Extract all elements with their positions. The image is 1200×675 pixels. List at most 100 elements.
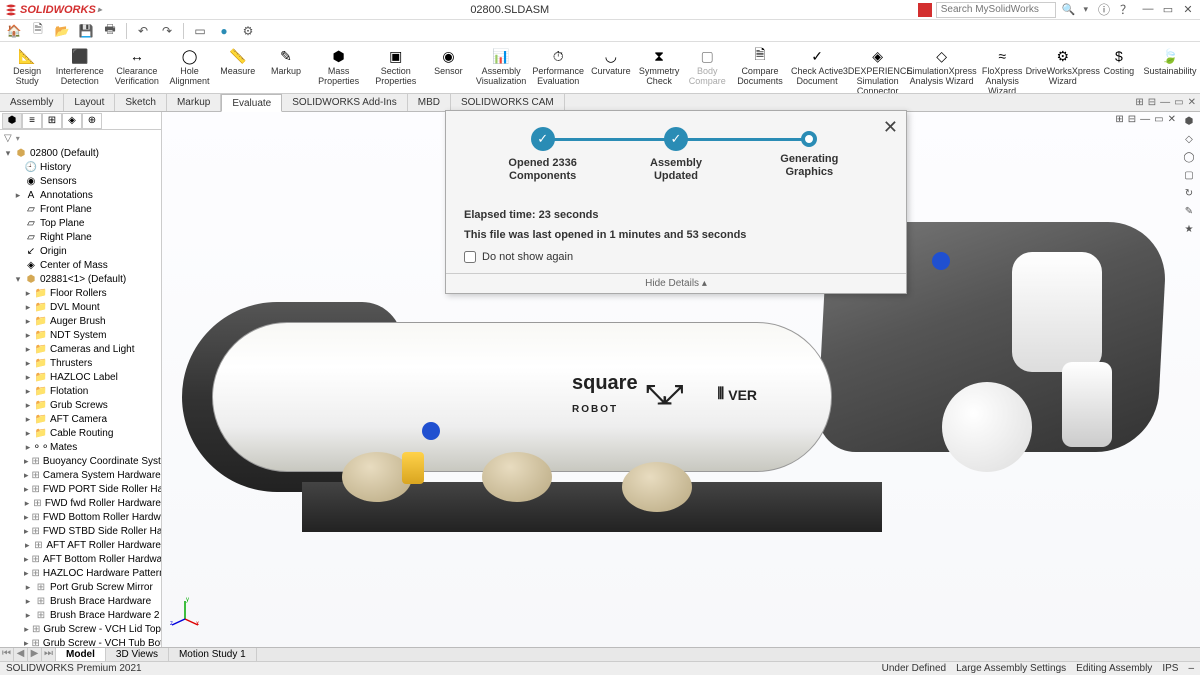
bottom-tab-model[interactable]: Model: [56, 648, 106, 661]
undo-icon[interactable]: ↶: [135, 23, 151, 39]
minimize-button[interactable]: —: [1140, 3, 1156, 16]
tree-item[interactable]: ▸AAnnotations: [0, 188, 161, 202]
tree-item[interactable]: ▸⊞Grub Screw - VCH Lid Top: [0, 622, 161, 636]
redo-icon[interactable]: ↷: [159, 23, 175, 39]
tree-item[interactable]: ▱Top Plane: [0, 216, 161, 230]
expand-icon[interactable]: ▸: [24, 302, 32, 313]
ribbon-performance-button[interactable]: ⏱PerformanceEvaluation: [531, 44, 586, 89]
ribbon-markup-button[interactable]: ✎Markup: [263, 44, 309, 79]
expand-icon[interactable]: ▸: [24, 582, 32, 593]
filter-funnel-icon[interactable]: ▽: [4, 133, 12, 144]
maximize-button[interactable]: ▭: [1160, 3, 1176, 16]
tab-expand-icon[interactable]: ⊞: [1135, 97, 1143, 108]
status-item[interactable]: Under Defined: [882, 663, 946, 674]
do-not-show-checkbox-row[interactable]: Do not show again: [464, 251, 888, 263]
rebuild-icon[interactable]: ●: [216, 23, 232, 39]
ribbon-symmetry-button[interactable]: ⧗SymmetryCheck: [636, 44, 682, 89]
rt-icon-1[interactable]: ⬢: [1182, 116, 1196, 130]
ribbon-assembly-button[interactable]: 📊AssemblyVisualization: [474, 44, 529, 89]
expand-icon[interactable]: ▸: [24, 372, 32, 383]
expand-icon[interactable]: ▸: [24, 344, 32, 355]
bnav-prev-icon[interactable]: ◀: [14, 648, 28, 661]
new-icon[interactable]: 🗎: [30, 23, 46, 39]
ribbon-section-button[interactable]: ▣SectionProperties: [368, 44, 423, 89]
home-icon[interactable]: 🏠: [6, 23, 22, 39]
tree-tab-feature-icon[interactable]: ⬢: [2, 113, 22, 129]
expand-icon[interactable]: ▾: [4, 148, 12, 159]
tree-item[interactable]: ▸📁Floor Rollers: [0, 286, 161, 300]
ribbon-sensor-button[interactable]: ◉Sensor: [425, 44, 471, 79]
bnav-last-icon[interactable]: ⏭: [42, 648, 56, 661]
rt-icon-3[interactable]: ◯: [1182, 152, 1196, 166]
print-icon[interactable]: 🖶: [102, 23, 118, 39]
tree-item[interactable]: ▸📁NDT System: [0, 328, 161, 342]
expand-icon[interactable]: ▸: [24, 442, 32, 453]
tab-evaluate[interactable]: Evaluate: [221, 94, 282, 112]
tree-tab-other-icon[interactable]: ⊕: [82, 113, 102, 129]
ribbon-design-button[interactable]: 📐DesignStudy: [4, 44, 50, 89]
tab-mbd[interactable]: MBD: [408, 94, 451, 111]
status-item[interactable]: Large Assembly Settings: [956, 663, 1066, 674]
tree-item[interactable]: ▸📁Cable Routing: [0, 426, 161, 440]
expand-icon[interactable]: ▸: [24, 624, 29, 635]
tree-item[interactable]: ▸⊞HAZLOC Hardware Pattern: [0, 566, 161, 580]
save-icon[interactable]: 💾: [78, 23, 94, 39]
status-item[interactable]: –: [1188, 663, 1194, 674]
vp-max-icon[interactable]: ▭: [1154, 114, 1163, 125]
tab-markup[interactable]: Markup: [167, 94, 221, 111]
hide-details-button[interactable]: Hide Details ▴: [446, 273, 906, 293]
tree-item[interactable]: ▸⊞FWD fwd Roller Hardware: [0, 496, 161, 510]
ribbon-3dexperience-button[interactable]: ◈3DEXPERIENCESimulationConnector: [847, 44, 909, 94]
tree-tab-config-icon[interactable]: ⊞: [42, 113, 62, 129]
tree-item[interactable]: ▸⊞FWD PORT Side Roller Hardware: [0, 482, 161, 496]
expand-icon[interactable]: ▸: [24, 428, 32, 439]
bottom-tab-3d-views[interactable]: 3D Views: [106, 648, 169, 661]
vp-min-icon[interactable]: —: [1140, 114, 1150, 125]
ribbon-costing-button[interactable]: $Costing: [1096, 44, 1142, 79]
expand-icon[interactable]: ▸: [24, 316, 32, 327]
tab-solidworks-add-ins[interactable]: SOLIDWORKS Add-Ins: [282, 94, 407, 111]
expand-icon[interactable]: ▸: [24, 568, 29, 579]
tree-item[interactable]: ▸⊞Buoyancy Coordinate System +X: [0, 454, 161, 468]
expand-icon[interactable]: ▸: [24, 526, 29, 537]
tab-assembly[interactable]: Assembly: [0, 94, 64, 111]
tree-item[interactable]: ▸⊞AFT AFT Roller Hardware: [0, 538, 161, 552]
tab-close-icon[interactable]: —: [1160, 97, 1170, 108]
tree-tab-display-icon[interactable]: ◈: [62, 113, 82, 129]
tree-item[interactable]: ▸⊞FWD STBD Side Roller Hardware: [0, 524, 161, 538]
tree-item[interactable]: ▱Front Plane: [0, 202, 161, 216]
search-dropdown-icon[interactable]: ▾: [1083, 4, 1088, 15]
options-icon[interactable]: ⚙: [240, 23, 256, 39]
tree-item[interactable]: ▸⊞FWD Bottom Roller Hardware: [0, 510, 161, 524]
tab-collapse-icon[interactable]: ⊟: [1148, 97, 1156, 108]
expand-icon[interactable]: ▸: [24, 414, 32, 425]
tree-item[interactable]: ▸📁Cameras and Light: [0, 342, 161, 356]
ribbon-floxpress-button[interactable]: ≈FloXpressAnalysisWizard: [975, 44, 1030, 94]
tree-item[interactable]: ▸⊞Camera System Hardware Patter: [0, 468, 161, 482]
tree-item[interactable]: ▸⚬⚬Mates: [0, 440, 161, 454]
user-icon[interactable]: ⓘ: [1098, 1, 1110, 18]
tree-item[interactable]: ▸📁AFT Camera: [0, 412, 161, 426]
orientation-triad[interactable]: y x z: [170, 597, 200, 627]
expand-icon[interactable]: ▸: [24, 288, 32, 299]
expand-icon[interactable]: ▸: [24, 358, 32, 369]
expand-icon[interactable]: ▸: [24, 470, 29, 481]
tree-item[interactable]: ▾⬢02881<1> (Default): [0, 272, 161, 286]
tree-item[interactable]: ▸📁Thrusters: [0, 356, 161, 370]
ribbon-simulationxpress-button[interactable]: ◇SimulationXpressAnalysis Wizard: [911, 44, 973, 89]
do-not-show-checkbox[interactable]: [464, 251, 476, 263]
expand-icon[interactable]: ▸: [24, 638, 29, 648]
expand-icon[interactable]: ▸: [24, 512, 29, 523]
expand-icon[interactable]: ▸: [24, 554, 29, 565]
ribbon-clearance-button[interactable]: ↔ClearanceVerification: [109, 44, 164, 89]
expand-icon[interactable]: ▸: [24, 484, 29, 495]
tree-item[interactable]: ▸📁Grub Screws: [0, 398, 161, 412]
tree-item[interactable]: ↙Origin: [0, 244, 161, 258]
expand-icon[interactable]: ▸: [24, 386, 32, 397]
bnav-first-icon[interactable]: ⏮: [0, 648, 14, 661]
rt-icon-2[interactable]: ◇: [1182, 134, 1196, 148]
tree-item[interactable]: ▸⊞Brush Brace Hardware 2: [0, 608, 161, 622]
tree-item[interactable]: ▸⊞Grub Screw - VCH Tub Bottom: [0, 636, 161, 647]
ribbon-driveworksxpress-button[interactable]: ⚙DriveWorksXpressWizard: [1032, 44, 1094, 89]
tree-item[interactable]: ▸📁DVL Mount: [0, 300, 161, 314]
